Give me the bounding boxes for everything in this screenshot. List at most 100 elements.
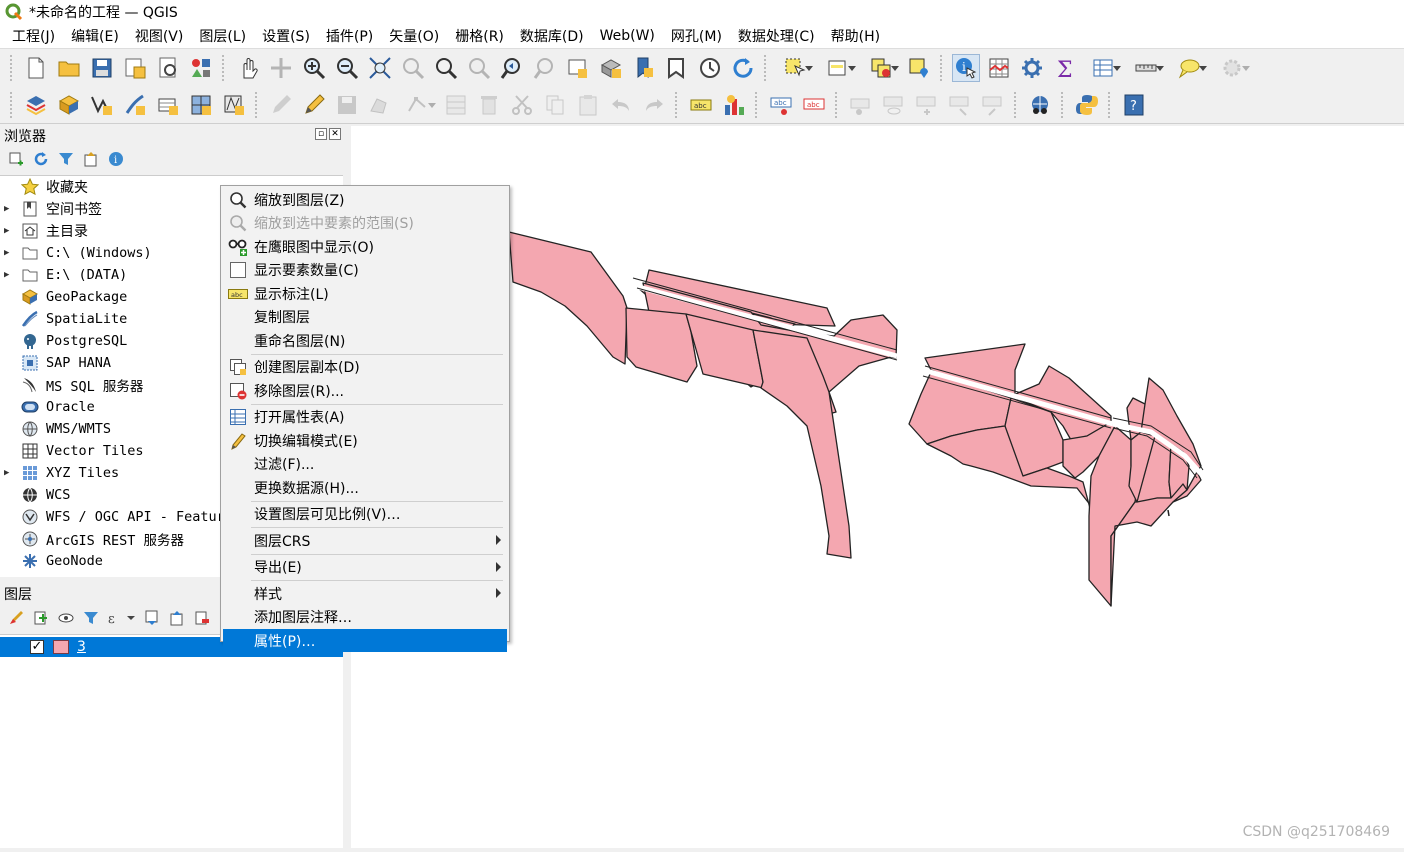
delete-selected-icon[interactable] xyxy=(475,91,503,119)
temporal-controller-icon[interactable] xyxy=(696,54,724,82)
save-edits-icon[interactable] xyxy=(333,91,361,119)
expand-all-icon[interactable] xyxy=(142,608,161,627)
context-menu-item[interactable]: abc 显示标注(L) xyxy=(223,282,507,305)
context-menu-item[interactable]: 显示要素数量(C) xyxy=(223,259,507,282)
layer-visibility-checkbox[interactable]: ✓ xyxy=(30,640,44,654)
open-field-calculator-icon[interactable] xyxy=(1084,54,1122,82)
pan-to-selection-icon[interactable] xyxy=(267,54,295,82)
parcel-polygon[interactable] xyxy=(508,231,628,365)
add-feature-icon[interactable] xyxy=(366,91,394,119)
new-spatialite-layer-icon[interactable] xyxy=(121,91,149,119)
new-temporary-layer-icon[interactable] xyxy=(154,91,182,119)
save-project-icon[interactable] xyxy=(88,54,116,82)
expand-arrow-icon[interactable]: ▶ xyxy=(4,468,14,478)
close-panel-icon[interactable]: ✕ xyxy=(329,128,341,140)
expand-arrow-icon[interactable]: ▶ xyxy=(4,204,14,214)
zoom-out-icon[interactable] xyxy=(333,54,361,82)
measure-line-icon[interactable] xyxy=(1127,54,1165,82)
settings-gear-icon[interactable] xyxy=(1213,54,1251,82)
highlight-pinned-labels-icon[interactable]: abc xyxy=(800,91,828,119)
context-menu-item[interactable]: 切换编辑模式(E) xyxy=(223,429,507,452)
menu-project[interactable]: 工程(J) xyxy=(4,26,63,46)
menu-mesh[interactable]: 网孔(M) xyxy=(663,26,730,46)
add-group-icon[interactable] xyxy=(31,608,50,627)
label-toolbar-icon[interactable]: abc xyxy=(687,91,715,119)
expand-arrow-icon[interactable]: ▶ xyxy=(4,270,14,280)
deselect-features-icon[interactable] xyxy=(862,54,900,82)
openlayers-plugin-icon[interactable] xyxy=(1026,91,1054,119)
context-menu-item[interactable]: 样式 xyxy=(223,582,507,605)
modify-attributes-icon[interactable] xyxy=(442,91,470,119)
menu-edit[interactable]: 编辑(E) xyxy=(63,26,127,46)
new-3d-view-icon[interactable] xyxy=(597,54,625,82)
pin-labels-icon[interactable]: abc xyxy=(767,91,795,119)
vertex-tool-icon[interactable] xyxy=(399,91,437,119)
toolbar-grip[interactable] xyxy=(755,91,761,118)
new-geopackage-layer-icon[interactable] xyxy=(55,91,83,119)
parcel-polygon[interactable] xyxy=(625,307,698,383)
toolbar-grip[interactable] xyxy=(835,91,841,118)
toolbar-grip[interactable] xyxy=(1061,91,1067,118)
undo-icon[interactable] xyxy=(607,91,635,119)
toolbar-grip[interactable] xyxy=(10,91,16,118)
diagram-options-icon[interactable] xyxy=(720,91,748,119)
context-menu-item[interactable]: 导出(E) xyxy=(223,556,507,579)
new-virtual-layer-icon[interactable] xyxy=(187,91,215,119)
new-shapefile-layer-icon[interactable] xyxy=(88,91,116,119)
zoom-to-layer-icon[interactable] xyxy=(432,54,460,82)
expand-arrow-icon[interactable]: ▶ xyxy=(4,248,14,258)
print-layout-icon[interactable] xyxy=(154,54,182,82)
toolbar-grip[interactable] xyxy=(675,91,681,118)
menu-help[interactable]: 帮助(H) xyxy=(823,26,888,46)
save-as-icon[interactable] xyxy=(121,54,149,82)
move-label-icon[interactable] xyxy=(847,91,875,119)
zoom-to-selection-icon[interactable] xyxy=(399,54,427,82)
toolbar-grip[interactable] xyxy=(940,54,946,81)
identify-features-icon[interactable]: i xyxy=(952,53,980,82)
label-properties-icon[interactable] xyxy=(979,91,1007,119)
context-menu-item[interactable]: 添加图层注释… xyxy=(223,606,507,629)
current-edits-icon[interactable] xyxy=(267,91,295,119)
menu-vector[interactable]: 矢量(O) xyxy=(381,26,447,46)
data-source-manager-icon[interactable] xyxy=(22,91,50,119)
toggle-editing-icon[interactable] xyxy=(300,91,328,119)
filter-legend-icon[interactable] xyxy=(81,608,100,627)
show-hide-labels-icon[interactable] xyxy=(880,91,908,119)
context-menu-item[interactable]: 打开属性表(A) xyxy=(223,406,507,429)
collapse-all-icon[interactable] xyxy=(81,149,100,168)
zoom-last-icon[interactable] xyxy=(498,54,526,82)
zoom-in-icon[interactable] xyxy=(300,54,328,82)
menu-settings[interactable]: 设置(S) xyxy=(254,26,318,46)
context-menu-item[interactable]: 过滤(F)... xyxy=(223,453,507,476)
menu-database[interactable]: 数据库(D) xyxy=(512,26,592,46)
context-menu-item[interactable]: 移除图层(R)... xyxy=(223,379,507,402)
toolbar-grip[interactable] xyxy=(255,91,261,118)
toolbar-grip[interactable] xyxy=(1014,91,1020,118)
pan-icon[interactable] xyxy=(234,54,262,82)
menu-processing[interactable]: 数据处理(C) xyxy=(730,26,823,46)
copy-features-icon[interactable] xyxy=(541,91,569,119)
open-project-icon[interactable] xyxy=(55,54,83,82)
select-location-icon[interactable] xyxy=(905,54,933,82)
menu-layer[interactable]: 图层(L) xyxy=(191,26,254,46)
remove-layer-icon[interactable] xyxy=(192,608,211,627)
toolbar-grip[interactable] xyxy=(222,54,228,81)
context-menu-item[interactable]: 更换数据源(H)... xyxy=(223,476,507,499)
float-panel-icon[interactable]: ▫ xyxy=(315,128,327,140)
change-label-icon[interactable] xyxy=(946,91,974,119)
refresh-icon[interactable] xyxy=(729,54,757,82)
select-features-icon[interactable] xyxy=(776,54,814,82)
python-console-icon[interactable] xyxy=(1073,91,1101,119)
zoom-full-icon[interactable] xyxy=(366,54,394,82)
expand-arrow-icon[interactable]: ▶ xyxy=(4,226,14,236)
statistical-summary-icon[interactable]: Σ xyxy=(1051,54,1079,82)
context-menu-item[interactable]: 缩放到图层(Z) xyxy=(223,188,507,211)
context-menu-item[interactable]: 创建图层副本(D) xyxy=(223,356,507,379)
toolbar-grip[interactable] xyxy=(10,54,16,81)
show-bookmarks-icon[interactable] xyxy=(663,54,691,82)
refresh-icon[interactable] xyxy=(31,149,50,168)
help-contents-icon[interactable]: ? xyxy=(1120,91,1148,119)
menu-plugins[interactable]: 插件(P) xyxy=(318,26,381,46)
context-menu-item[interactable]: 在鹰眼图中显示(O) xyxy=(223,235,507,258)
zoom-next-icon[interactable] xyxy=(531,54,559,82)
